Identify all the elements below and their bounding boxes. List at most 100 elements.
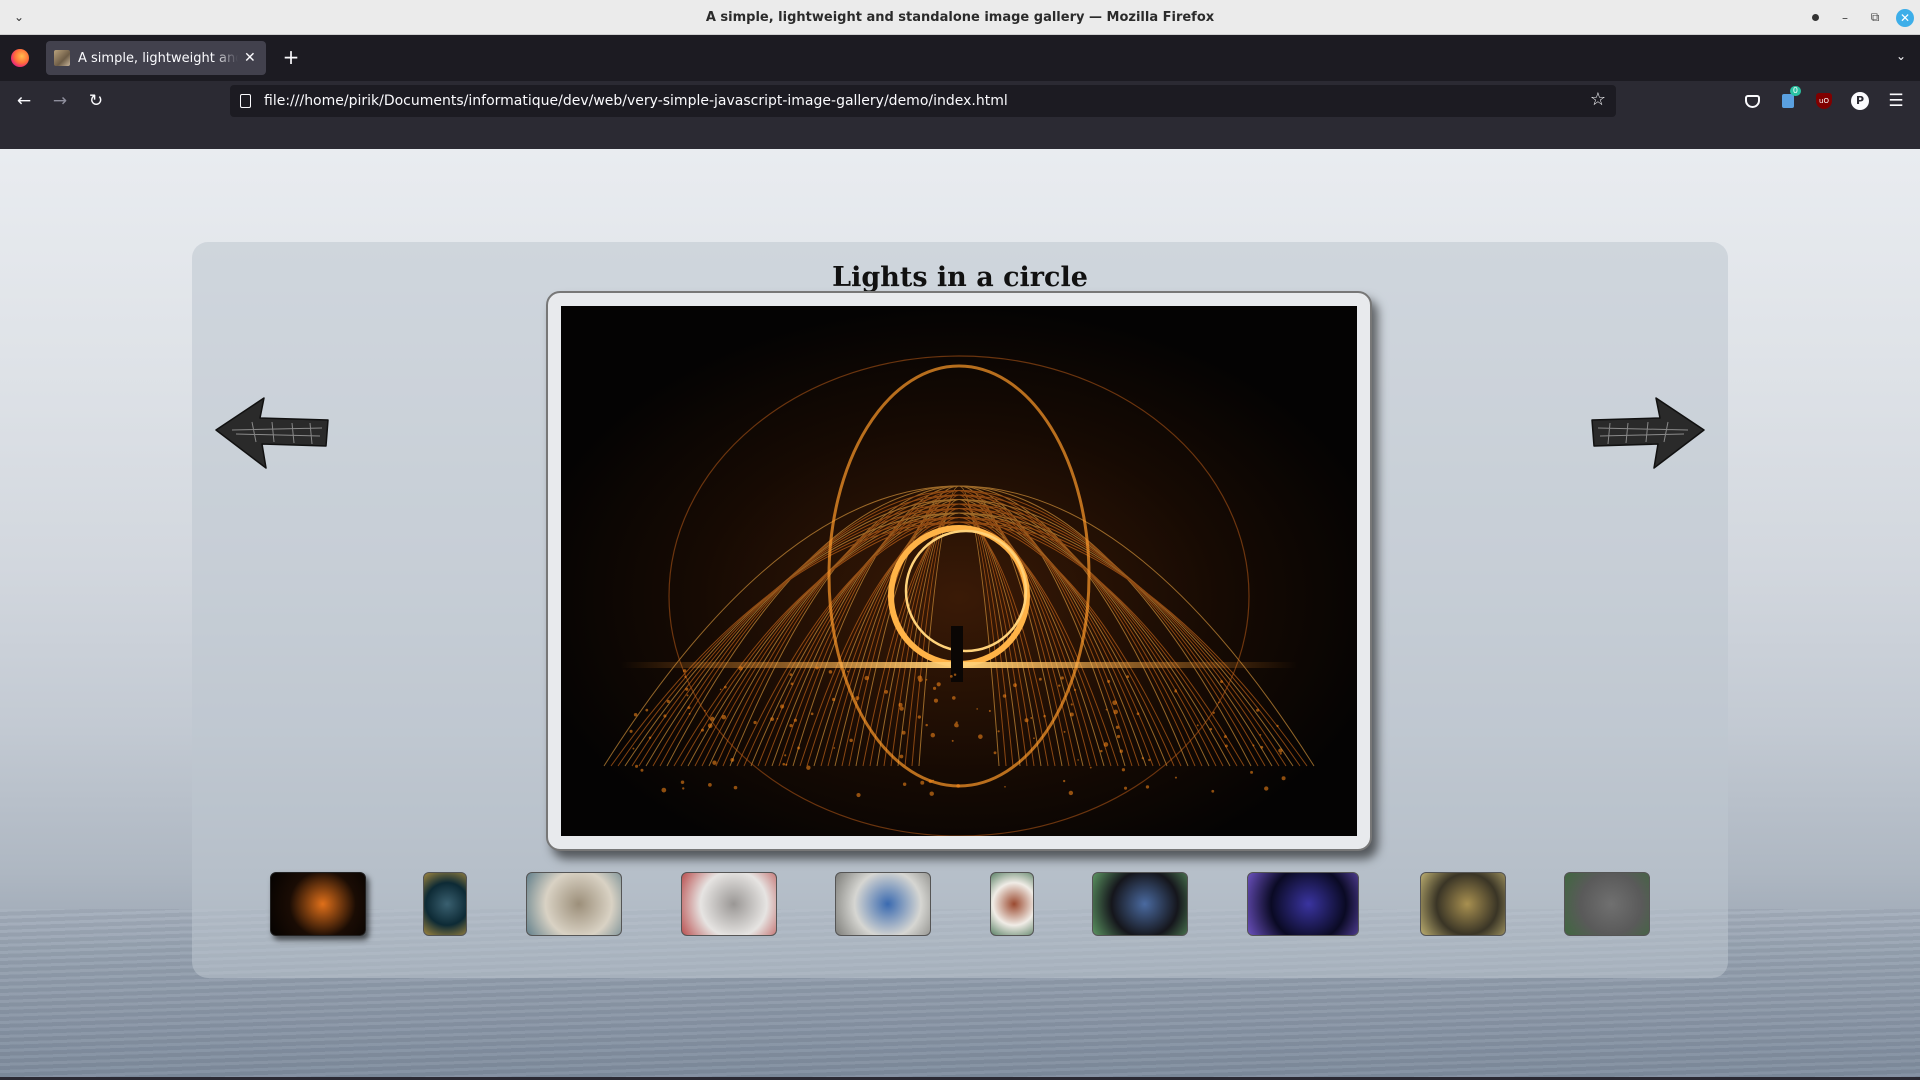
spark-dot — [993, 751, 997, 755]
spark-dot — [1136, 712, 1140, 716]
thumbnail-desk-workspace[interactable] — [526, 872, 622, 936]
spark-dot — [793, 718, 798, 722]
thumbnail-gears[interactable] — [1420, 872, 1506, 936]
pocket-icon[interactable] — [1742, 91, 1762, 111]
spark-dot — [976, 708, 979, 710]
spark-dot — [1141, 756, 1144, 760]
spark-dot — [682, 787, 685, 790]
url-text[interactable]: file:///home/pirik/Documents/informatiqu… — [264, 93, 1008, 109]
window-controls: – ⧉ ✕ — [1800, 0, 1920, 35]
spark-dot — [1148, 758, 1151, 762]
spark-dot — [951, 739, 954, 742]
spark-dot — [929, 791, 934, 796]
extension-icon[interactable]: 0 — [1778, 86, 1801, 111]
spark-dot — [953, 673, 957, 677]
light-painting-image — [561, 306, 1357, 836]
spark-dot — [1060, 676, 1064, 680]
firefox-logo-icon[interactable] — [11, 49, 29, 67]
previous-arrow-icon[interactable] — [212, 392, 332, 472]
ublock-origin-icon[interactable]: uO — [1814, 91, 1834, 111]
spark-dot — [1058, 684, 1061, 687]
app-menu-icon[interactable]: ☰ — [1886, 91, 1906, 111]
spark-dot — [701, 728, 704, 732]
thumbnail-city-night[interactable] — [1247, 872, 1359, 936]
close-window-button[interactable]: ✕ — [1890, 0, 1920, 35]
spark-dot — [707, 723, 713, 729]
spark-dot — [949, 674, 953, 678]
new-tab-button[interactable]: + — [280, 47, 302, 69]
tab-close-icon[interactable]: ✕ — [244, 50, 256, 66]
thumbnail-pen-writing[interactable] — [990, 872, 1034, 936]
spark-dot — [1069, 712, 1074, 717]
page-icon — [240, 94, 251, 108]
thumbnail-plant-on-desk[interactable] — [1564, 872, 1650, 936]
image-gallery: Lights in a circle — [192, 242, 1728, 978]
spark-dot — [1174, 776, 1177, 779]
spark-dot — [932, 779, 935, 782]
spark-dot — [955, 723, 959, 728]
spark-dot — [712, 760, 717, 765]
spark-dot — [797, 746, 801, 750]
spark-dot — [1119, 749, 1123, 753]
spark-dot — [1100, 749, 1103, 753]
spark-dot — [1043, 714, 1046, 718]
spark-dot — [1115, 725, 1120, 729]
reload-button[interactable]: ↻ — [84, 89, 108, 113]
bookmark-star-icon[interactable]: ☆ — [1590, 89, 1606, 110]
thumbnail-astronaut[interactable] — [835, 872, 931, 936]
spark-dot — [1063, 779, 1066, 783]
spark-dot — [789, 724, 793, 728]
spark-dot — [855, 696, 860, 701]
spark-dot — [663, 714, 667, 718]
thumbnail-circuit-board[interactable] — [423, 872, 467, 936]
spark-dot — [1116, 734, 1121, 739]
forward-button[interactable]: → — [48, 89, 72, 113]
spark-dot — [1073, 688, 1077, 692]
spark-dot — [1124, 786, 1128, 790]
spark-dot — [1038, 677, 1042, 681]
spark-dot — [708, 783, 712, 787]
spark-dot — [1013, 683, 1017, 688]
next-arrow-icon[interactable] — [1588, 392, 1708, 472]
window-menu-chevron-icon[interactable]: ⌄ — [10, 8, 28, 26]
back-button[interactable]: ← — [12, 89, 36, 113]
minimize-button[interactable]: – — [1830, 0, 1860, 35]
spark-dot — [1252, 744, 1255, 747]
spark-dot — [925, 723, 928, 727]
toolbar-spacer — [0, 121, 1920, 149]
spark-dot — [936, 682, 941, 687]
url-bar[interactable]: file:///home/pirik/Documents/informatiqu… — [230, 85, 1616, 117]
thumbnail-code-on-laptop[interactable] — [1092, 872, 1188, 936]
navigation-bar: ← → ↻ file:///home/pirik/Documents/infor… — [0, 81, 1920, 121]
spark-dot — [1211, 789, 1215, 793]
spark-dot — [864, 675, 869, 681]
spark-dot — [1225, 744, 1228, 748]
list-all-tabs-chevron-icon[interactable]: ⌄ — [1896, 49, 1906, 63]
spark-dot — [1256, 708, 1260, 712]
maximize-button[interactable]: ⧉ — [1860, 0, 1890, 35]
spark-dot — [782, 762, 786, 766]
spark-dot — [687, 706, 691, 710]
spark-dot — [933, 698, 939, 703]
keep-above-icon[interactable] — [1800, 0, 1830, 35]
spark-dot — [683, 669, 687, 673]
gallery-image-title: Lights in a circle — [832, 262, 1088, 293]
thumbnail-lights-in-a-circle[interactable] — [270, 872, 366, 936]
spark-dot — [1105, 708, 1108, 711]
thumbnail-laptop-on-desk[interactable] — [681, 872, 777, 936]
spark-dot — [1113, 709, 1118, 715]
page-viewport: Lights in a circle — [0, 149, 1920, 1077]
spark-dot — [710, 716, 715, 721]
spark-dot — [1121, 768, 1126, 772]
spark-dot — [925, 678, 928, 681]
spark-dot — [932, 686, 937, 690]
spark-dot — [1264, 786, 1269, 791]
spark-dot — [849, 738, 853, 743]
spark-dot — [703, 709, 706, 712]
spark-dot — [1107, 679, 1111, 683]
spark-dot — [884, 690, 889, 694]
tab-active[interactable]: A simple, lightweight and standalone ima… — [46, 41, 266, 75]
main-image-lights-in-a-circle[interactable] — [561, 306, 1357, 836]
profile-avatar[interactable]: P — [1850, 91, 1870, 111]
spark-dot — [902, 782, 907, 786]
